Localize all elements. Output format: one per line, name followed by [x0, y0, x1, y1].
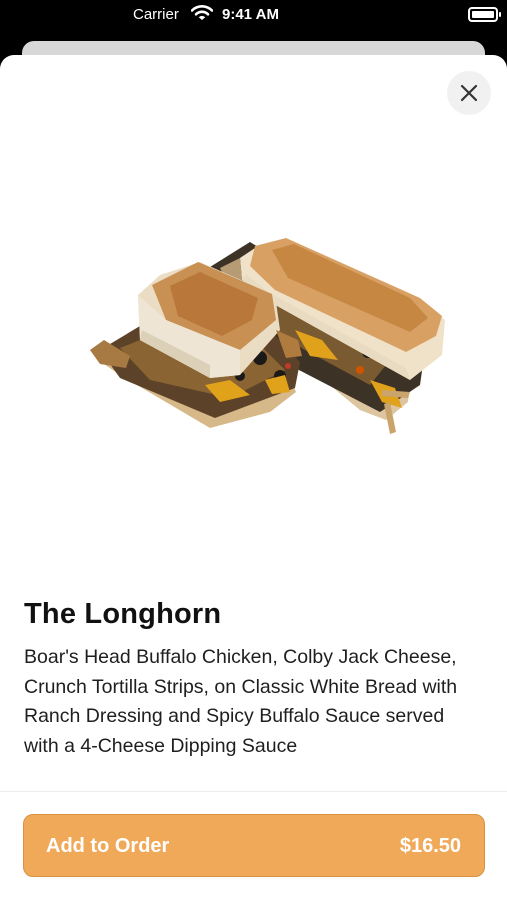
- footer-divider: [0, 791, 507, 792]
- wifi-icon: [191, 5, 213, 20]
- carrier-label: Carrier: [133, 6, 179, 23]
- add-to-order-label: Add to Order: [46, 835, 170, 857]
- status-bar: Carrier 9:41 AM: [0, 0, 507, 34]
- close-button[interactable]: [447, 71, 491, 115]
- product-detail-sheet: The Longhorn Boar's Head Buffalo Chicken…: [0, 55, 507, 900]
- battery-icon: [468, 7, 501, 22]
- sandwich-image: [90, 238, 445, 434]
- product-title: The Longhorn: [24, 598, 222, 630]
- close-icon: [460, 84, 478, 102]
- add-to-order-button[interactable]: Add to Order $16.50: [23, 814, 485, 877]
- price-label: $16.50: [399, 835, 461, 857]
- clock-time: 9:41 AM: [222, 6, 279, 23]
- product-description: Boar's Head Buffalo Chicken, Colby Jack …: [24, 646, 458, 757]
